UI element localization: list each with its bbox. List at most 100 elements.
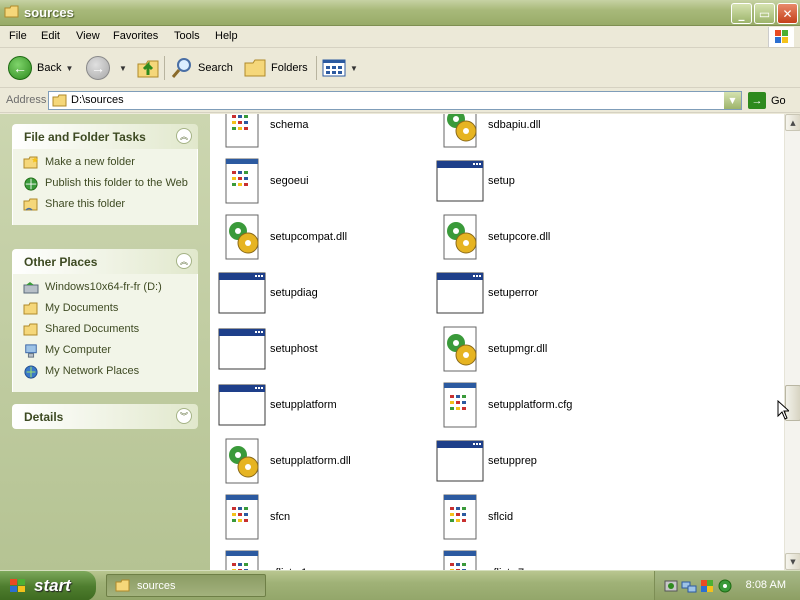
- place-my-computer[interactable]: My Computer: [23, 344, 197, 358]
- menu-help[interactable]: Help: [215, 30, 238, 42]
- dll-file-icon: [218, 213, 266, 261]
- task-label: Publish this folder to the Web: [45, 177, 188, 189]
- forward-dropdown-icon[interactable]: ▼: [119, 64, 127, 73]
- document-icon: [436, 381, 484, 429]
- application-icon: [436, 269, 484, 317]
- panel-body: Windows10x64-fr-fr (D:) My Documents Sha…: [12, 274, 198, 392]
- expand-icon[interactable]: ︾: [176, 408, 192, 424]
- document-icon: [436, 549, 484, 570]
- globe-icon: [24, 177, 38, 191]
- details-panel: Details ︾: [12, 404, 198, 429]
- file-item[interactable]: sfcn: [214, 492, 424, 542]
- file-name: schema: [270, 119, 309, 131]
- file-name: setupdiag: [270, 287, 318, 299]
- application-icon: [218, 381, 266, 429]
- scroll-down-icon[interactable]: ▼: [785, 553, 800, 570]
- panel-body: Make a new folder Publish this folder to…: [12, 149, 198, 225]
- file-item[interactable]: sflcid: [432, 492, 642, 542]
- file-item[interactable]: schema: [214, 114, 424, 150]
- place-label: My Network Places: [45, 365, 140, 377]
- other-places-panel: Other Places ︽ Windows10x64-fr-fr (D:) M…: [12, 249, 198, 392]
- file-item[interactable]: setupplatform.dll: [214, 436, 424, 486]
- file-item[interactable]: setupcompat.dll: [214, 212, 424, 262]
- go-label: Go: [771, 94, 786, 107]
- taskbar: start sources 8:08 AM: [0, 570, 800, 600]
- file-item[interactable]: setuphost: [214, 324, 424, 374]
- maximize-button[interactable]: ▭: [754, 3, 775, 24]
- menu-favorites[interactable]: Favorites: [113, 30, 158, 42]
- scroll-up-icon[interactable]: ▲: [785, 114, 800, 131]
- start-button[interactable]: start: [0, 571, 96, 600]
- file-name: setupcore.dll: [488, 231, 551, 243]
- place-my-documents[interactable]: My Documents: [23, 302, 197, 316]
- file-item[interactable]: setupmgr.dll: [432, 324, 642, 374]
- windows-logo-icon: [768, 27, 794, 47]
- panel-title: Details: [24, 410, 64, 424]
- new-folder-icon: [23, 156, 38, 169]
- collapse-icon[interactable]: ︽: [176, 253, 192, 269]
- make-new-folder-link[interactable]: Make a new folder: [23, 156, 197, 170]
- task-label: Make a new folder: [45, 156, 135, 168]
- file-item[interactable]: setupcore.dll: [432, 212, 642, 262]
- document-icon: [218, 493, 266, 541]
- place-drive-d[interactable]: Windows10x64-fr-fr (D:): [23, 281, 197, 295]
- share-folder-link[interactable]: Share this folder: [23, 198, 197, 212]
- network-places-icon: [24, 365, 38, 379]
- go-arrow-icon: →: [748, 92, 766, 109]
- folders-label: Folders: [271, 62, 308, 74]
- file-item[interactable]: setupdiag: [214, 268, 424, 318]
- close-button[interactable]: ✕: [777, 3, 798, 24]
- file-item[interactable]: setupprep: [432, 436, 642, 486]
- panel-header[interactable]: File and Folder Tasks ︽: [12, 124, 198, 149]
- place-label: Shared Documents: [45, 323, 140, 335]
- panel-title: File and Folder Tasks: [24, 130, 146, 144]
- file-item[interactable]: sdbapiu.dll: [432, 114, 642, 150]
- panel-title: Other Places: [24, 255, 98, 269]
- file-name: setupmgr.dll: [488, 343, 548, 355]
- up-folder-button[interactable]: [136, 54, 160, 82]
- file-item[interactable]: setup: [432, 156, 642, 206]
- views-button[interactable]: ▼: [322, 54, 358, 82]
- mouse-cursor-icon: [777, 400, 789, 420]
- address-dropdown-icon[interactable]: ▼: [724, 92, 741, 109]
- go-button[interactable]: → Go: [748, 92, 786, 109]
- folder-icon: [115, 579, 130, 591]
- panel-header[interactable]: Details ︾: [12, 404, 198, 429]
- file-list: schema sdbapiu.dll segoeui setup setupcompat…: [210, 114, 784, 570]
- menu-edit[interactable]: Edit: [41, 30, 60, 42]
- folder-icon: [4, 5, 19, 18]
- file-item[interactable]: setupplatform.cfg: [432, 380, 642, 430]
- menu-file[interactable]: File: [9, 30, 27, 42]
- views-dropdown-icon[interactable]: ▼: [350, 64, 358, 73]
- tray-network-icon[interactable]: [681, 578, 697, 594]
- publish-folder-link[interactable]: Publish this folder to the Web: [23, 177, 197, 191]
- file-item[interactable]: setupplatform: [214, 380, 424, 430]
- file-name: sflcid: [488, 511, 514, 523]
- panel-header[interactable]: Other Places ︽: [12, 249, 198, 274]
- tray-tool-icon[interactable]: [663, 578, 679, 594]
- forward-button[interactable]: → ▼: [86, 54, 127, 82]
- collapse-icon[interactable]: ︽: [176, 128, 192, 144]
- address-input[interactable]: D:\sources ▼: [48, 91, 742, 110]
- file-item[interactable]: segoeui: [214, 156, 424, 206]
- folders-button[interactable]: Folders: [243, 54, 308, 82]
- views-icon: [322, 59, 346, 77]
- minimize-button[interactable]: _: [731, 3, 752, 24]
- file-item[interactable]: sflistrs1: [214, 548, 424, 570]
- search-button[interactable]: Search: [170, 54, 233, 82]
- place-shared-documents[interactable]: Shared Documents: [23, 323, 197, 337]
- file-item[interactable]: setuperror: [432, 268, 642, 318]
- back-button[interactable]: ← Back ▼: [8, 54, 73, 82]
- tray-security-icon[interactable]: [699, 578, 715, 594]
- place-my-network-places[interactable]: My Network Places: [23, 365, 197, 379]
- vertical-scrollbar[interactable]: ▲ ▼: [784, 114, 800, 570]
- menu-view[interactable]: View: [76, 30, 100, 42]
- document-icon: [218, 549, 266, 570]
- back-dropdown-icon[interactable]: ▼: [65, 64, 73, 73]
- tray-gear-icon[interactable]: [717, 578, 733, 594]
- menu-tools[interactable]: Tools: [174, 30, 200, 42]
- file-item[interactable]: sflistw7: [432, 548, 642, 570]
- my-documents-icon: [23, 302, 38, 315]
- address-value: D:\sources: [71, 94, 124, 106]
- taskbar-window-button[interactable]: sources: [106, 574, 266, 597]
